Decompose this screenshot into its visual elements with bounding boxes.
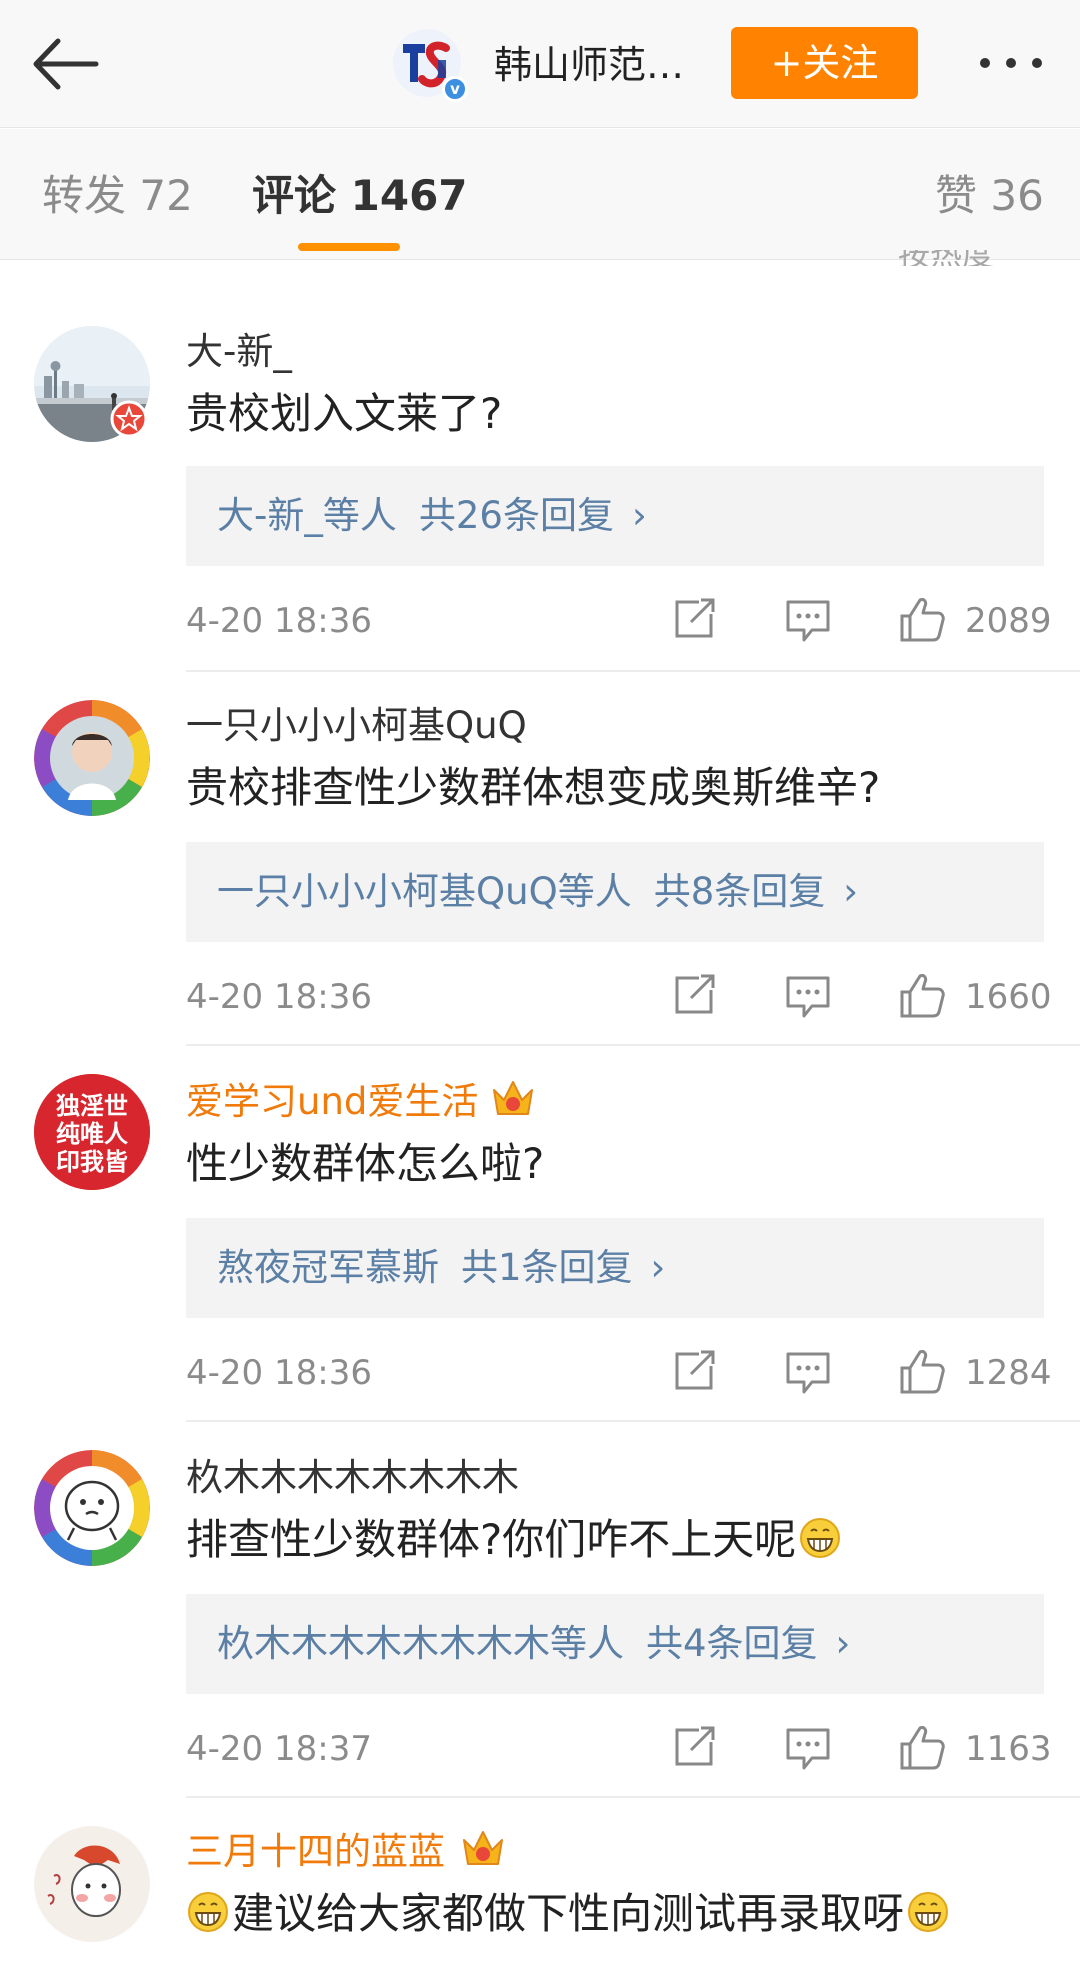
reply-users: 熬夜冠军慕斯 bbox=[217, 1246, 439, 1289]
active-tab-indicator bbox=[298, 243, 400, 251]
thumbs-up-icon[interactable] bbox=[898, 1348, 946, 1394]
tab-repost[interactable]: 转发 72 bbox=[42, 169, 193, 223]
comment-body: 建议给大家都做下性向测试再录取呀 bbox=[232, 1889, 905, 1938]
comment-username[interactable]: 三月十四的蓝蓝 bbox=[186, 1828, 445, 1876]
account-name[interactable]: 韩山师范… bbox=[494, 40, 684, 90]
comment-text: 贵校排查性少数群体想变成奥斯维辛? bbox=[186, 763, 881, 812]
reply-summary[interactable]: 熬夜冠军慕斯 共1条回复 › bbox=[186, 1218, 1044, 1318]
grin-emoji-icon bbox=[188, 1892, 228, 1932]
comment-text: 性少数群体怎么啦? bbox=[186, 1139, 545, 1188]
comment-timestamp: 4-20 18:36 bbox=[186, 601, 372, 641]
share-icon[interactable] bbox=[671, 596, 719, 642]
avatar[interactable] bbox=[34, 700, 150, 816]
grin-emoji-icon bbox=[908, 1892, 949, 1932]
tab-comments[interactable]: 评论 1467 bbox=[252, 169, 468, 223]
like-count: 1163 bbox=[965, 1729, 1052, 1769]
thumbs-up-icon[interactable] bbox=[898, 1724, 946, 1770]
svg-text:独淫世: 独淫世 bbox=[56, 1092, 128, 1120]
reply-users: 杦木木木木木木木木等人 bbox=[217, 1622, 624, 1665]
comment-username[interactable]: 大-新_ bbox=[186, 328, 292, 376]
reply-count: 共8条回复 bbox=[653, 870, 826, 913]
chevron-right-icon: › bbox=[843, 870, 859, 913]
svg-text:印我皆: 印我皆 bbox=[56, 1148, 128, 1176]
avatar-text-art: 独淫世 纯唯人 印我皆 bbox=[34, 1074, 150, 1190]
reply-summary[interactable]: 大-新_等人 共26条回复 › bbox=[186, 466, 1044, 566]
grin-emoji-icon bbox=[800, 1518, 841, 1558]
thumbs-up-icon[interactable] bbox=[898, 596, 946, 642]
comment-icon[interactable] bbox=[784, 974, 832, 1020]
comment-timestamp: 4-20 18:36 bbox=[186, 1353, 372, 1393]
share-icon[interactable] bbox=[671, 1724, 719, 1770]
avatar[interactable] bbox=[34, 1826, 150, 1942]
chevron-right-icon: › bbox=[835, 1622, 851, 1665]
divider bbox=[186, 1420, 1080, 1422]
like-count: 1660 bbox=[965, 977, 1052, 1017]
reply-summary[interactable]: 杦木木木木木木木木等人 共4条回复 › bbox=[186, 1594, 1044, 1694]
reply-users: 大-新_等人 bbox=[217, 494, 397, 537]
share-icon[interactable] bbox=[671, 972, 719, 1018]
share-icon[interactable] bbox=[671, 1348, 719, 1394]
divider bbox=[186, 1044, 1080, 1046]
comment-text: 排查性少数群体?你们咋不上天呢 bbox=[186, 1512, 842, 1568]
vip-crown-icon bbox=[493, 1081, 533, 1115]
divider bbox=[186, 670, 1080, 672]
chevron-right-icon: › bbox=[650, 1246, 666, 1289]
comment-timestamp: 4-20 18:37 bbox=[186, 1729, 372, 1769]
comment-username[interactable]: 杦木木木木木木木木 bbox=[186, 1454, 519, 1502]
reply-count: 共26条回复 bbox=[418, 494, 614, 537]
tab-bar: 转发 72 评论 1467 赞 36 bbox=[0, 129, 1080, 260]
reply-count: 共1条回复 bbox=[461, 1246, 633, 1289]
comment-text: 贵校划入文莱了? bbox=[186, 389, 503, 438]
tab-likes[interactable]: 赞 36 bbox=[935, 169, 1044, 223]
comment-username[interactable]: 一只小小小柯基QuQ bbox=[186, 702, 527, 750]
comment-timestamp: 4-20 18:36 bbox=[186, 977, 372, 1017]
vip-crown-icon bbox=[463, 1831, 503, 1865]
sort-label[interactable]: 按热度 bbox=[898, 250, 1048, 266]
comment-text: 建议给大家都做下性向测试再录取呀 bbox=[186, 1886, 950, 1942]
divider bbox=[186, 1796, 1080, 1798]
reply-summary[interactable]: 一只小小小柯基QuQ等人 共8条回复 › bbox=[186, 842, 1044, 942]
avatar[interactable]: 独淫世 纯唯人 印我皆 bbox=[34, 1074, 150, 1190]
member-badge-icon bbox=[110, 400, 148, 438]
like-count: 1284 bbox=[965, 1353, 1052, 1393]
reply-users: 一只小小小柯基QuQ等人 bbox=[217, 870, 632, 913]
comment-username[interactable]: 爱学习und爱生活 bbox=[186, 1078, 478, 1126]
comment-icon[interactable] bbox=[784, 598, 832, 644]
comment-icon[interactable] bbox=[784, 1350, 832, 1396]
reply-count: 共4条回复 bbox=[646, 1622, 818, 1665]
top-bar: v 韩山师范… +关注 bbox=[0, 0, 1080, 128]
avatar[interactable] bbox=[34, 1450, 150, 1566]
like-count: 2089 bbox=[965, 601, 1052, 641]
thumbs-up-icon[interactable] bbox=[898, 972, 946, 1018]
more-options-icon[interactable] bbox=[976, 46, 1048, 80]
verified-badge: v bbox=[442, 76, 468, 102]
back-arrow-icon[interactable] bbox=[26, 28, 106, 100]
follow-button[interactable]: +关注 bbox=[731, 27, 918, 99]
chevron-right-icon: › bbox=[631, 494, 647, 537]
comment-icon[interactable] bbox=[784, 1726, 832, 1772]
comment-body: 排查性少数群体?你们咋不上天呢 bbox=[186, 1515, 797, 1564]
svg-text:纯唯人: 纯唯人 bbox=[56, 1120, 128, 1148]
